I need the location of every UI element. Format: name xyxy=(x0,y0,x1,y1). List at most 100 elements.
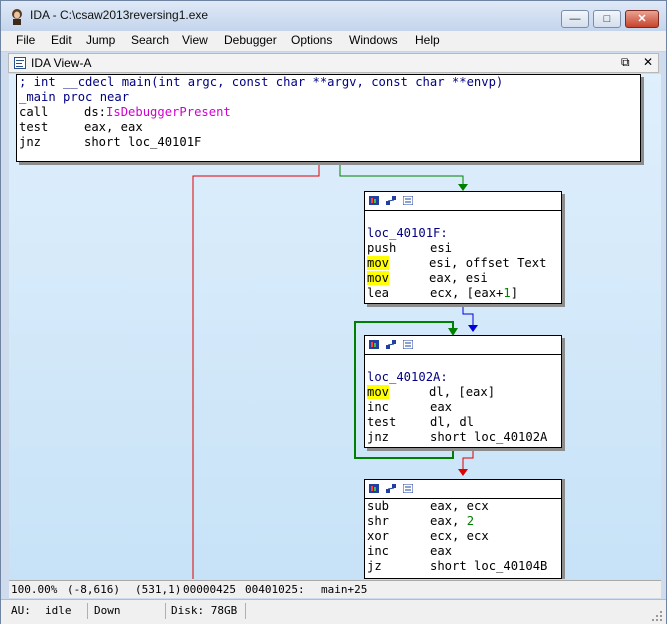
proc-label: _main proc near xyxy=(19,90,130,104)
menu-file[interactable]: File xyxy=(16,33,35,47)
au-status: idle xyxy=(45,604,72,617)
block-loc-40102a[interactable]: loc_40102A: mov dl, [eax] inc eax test dl, … xyxy=(364,335,562,448)
zoom-level: 100.00% xyxy=(11,583,58,596)
menu-view[interactable]: View xyxy=(182,33,208,47)
operand: short loc_40104B xyxy=(430,559,548,573)
block-main-entry[interactable]: ; int __cdecl main(int argc, const char … xyxy=(16,74,641,162)
menu-options[interactable]: Options xyxy=(291,33,332,47)
asm-line-mov: mov dl, [eax] xyxy=(365,385,561,400)
immediate: 2 xyxy=(466,514,475,528)
graph-position: (531,1) xyxy=(135,583,182,596)
operand: ecx, ecx xyxy=(430,529,489,543)
menu-edit[interactable]: Edit xyxy=(51,33,72,47)
resize-grip-icon[interactable] xyxy=(651,610,663,622)
mnemonic: jnz xyxy=(19,135,42,149)
graph-list-icon xyxy=(403,340,413,349)
restore-view-icon[interactable]: ⧉ xyxy=(621,55,630,70)
mnemonic: test xyxy=(367,415,397,429)
asm-line-mov: mov esi, offset Text xyxy=(365,256,561,271)
mnemonic: shr xyxy=(367,514,390,528)
operand: eax xyxy=(430,400,453,414)
ida-view-tab[interactable]: IDA View-A ⧉ ✕ xyxy=(8,53,659,73)
asm-line-lea: lea ecx, [eax+1] xyxy=(365,286,561,301)
menu-help[interactable]: Help xyxy=(415,33,440,47)
close-view-icon[interactable]: ✕ xyxy=(643,55,653,69)
block-header xyxy=(365,336,561,355)
asm-line-call: call ds:IsDebuggerPresent xyxy=(17,105,640,120)
operand-end: ] xyxy=(510,286,519,300)
mnemonic: lea xyxy=(367,286,390,300)
title-bar[interactable]: IDA - C:\csaw2013reversing1.exe — □ ✕ xyxy=(1,1,666,31)
disk-space: Disk: 78GB xyxy=(171,604,238,617)
tab-title: IDA View-A xyxy=(31,56,92,70)
block-label: loc_40101F: xyxy=(367,226,448,240)
mnemonic: call xyxy=(19,105,49,119)
menu-debugger[interactable]: Debugger xyxy=(224,33,277,47)
window-title: IDA - C:\csaw2013reversing1.exe xyxy=(30,8,209,22)
ida-window: IDA - C:\csaw2013reversing1.exe — □ ✕ Fi… xyxy=(0,0,667,624)
disassembly-view-icon xyxy=(14,57,26,69)
graph-nodes-icon xyxy=(386,196,396,205)
block-compute-length[interactable]: sub eax, ecx shr eax, 2 xor ecx, ecx inc eax… xyxy=(364,479,562,579)
mnemonic: inc xyxy=(367,544,390,558)
operand: short loc_40102A xyxy=(430,430,548,444)
menu-search[interactable]: Search xyxy=(131,33,169,47)
block-header xyxy=(365,192,561,211)
asm-line-xor: xor ecx, ecx xyxy=(365,529,561,544)
status-separator xyxy=(87,603,88,619)
mnemonic: test xyxy=(19,120,49,134)
mouse-coords: (-8,616) xyxy=(67,583,120,596)
block-header xyxy=(365,480,561,499)
current-address: 00401025: xyxy=(245,583,305,596)
menu-jump[interactable]: Jump xyxy=(86,33,115,47)
graph-list-icon xyxy=(403,196,413,205)
graph-view[interactable]: ; int __cdecl main(int argc, const char … xyxy=(9,74,661,579)
main-status-bar: AU: idle Down Disk: 78GB xyxy=(1,599,666,624)
mnemonic: push xyxy=(367,241,397,255)
asm-line-push: push esi xyxy=(365,241,561,256)
operand: eax, ecx xyxy=(430,499,489,513)
asm-line-sub: sub eax, ecx xyxy=(365,499,561,514)
mnemonic: mov xyxy=(367,385,390,399)
graph-nodes-icon xyxy=(386,484,396,493)
search-direction: Down xyxy=(94,604,121,617)
operand: esi, offset Text xyxy=(429,256,547,270)
graph-color-icon xyxy=(369,484,379,493)
status-separator xyxy=(165,603,166,619)
asm-line-mov: mov eax, esi xyxy=(365,271,561,286)
asm-line-test: test dl, dl xyxy=(365,415,561,430)
asm-line-jnz: jnz short loc_40102A xyxy=(365,430,561,445)
operand: eax xyxy=(430,544,453,558)
file-offset: 00000425 xyxy=(183,583,236,596)
asm-line-inc: inc eax xyxy=(365,400,561,415)
asm-line-shr: shr eax, 2 xyxy=(365,514,561,529)
asm-line-test: test eax, eax xyxy=(17,120,640,135)
mnemonic: xor xyxy=(367,529,390,543)
mnemonic: mov xyxy=(367,256,390,270)
operand: eax, xyxy=(430,514,467,528)
api-name: IsDebuggerPresent xyxy=(106,105,231,119)
block-loc-40101f[interactable]: loc_40101F: push esi mov esi, offset Text … xyxy=(364,191,562,304)
menu-bar: File Edit Jump Search View Debugger Opti… xyxy=(1,31,666,52)
func-signature: ; int __cdecl main(int argc, const char … xyxy=(19,75,504,89)
graph-list-icon xyxy=(403,484,413,493)
graph-nodes-icon xyxy=(386,340,396,349)
operand: eax, esi xyxy=(429,271,488,285)
maximize-button[interactable]: □ xyxy=(593,10,621,28)
graph-color-icon xyxy=(369,196,379,205)
mnemonic: jnz xyxy=(367,430,390,444)
operand: esi xyxy=(430,241,453,255)
minimize-button[interactable]: — xyxy=(561,10,589,28)
operand: short loc_40101F xyxy=(84,135,202,149)
block-label: loc_40102A: xyxy=(367,370,448,384)
menu-windows[interactable]: Windows xyxy=(349,33,398,47)
operand: ds: xyxy=(84,105,107,119)
immediate: 1 xyxy=(503,286,511,300)
close-button[interactable]: ✕ xyxy=(625,10,659,28)
operand: dl, [eax] xyxy=(429,385,496,399)
mnemonic: inc xyxy=(367,400,390,414)
mnemonic: mov xyxy=(367,271,390,285)
status-separator xyxy=(245,603,246,619)
